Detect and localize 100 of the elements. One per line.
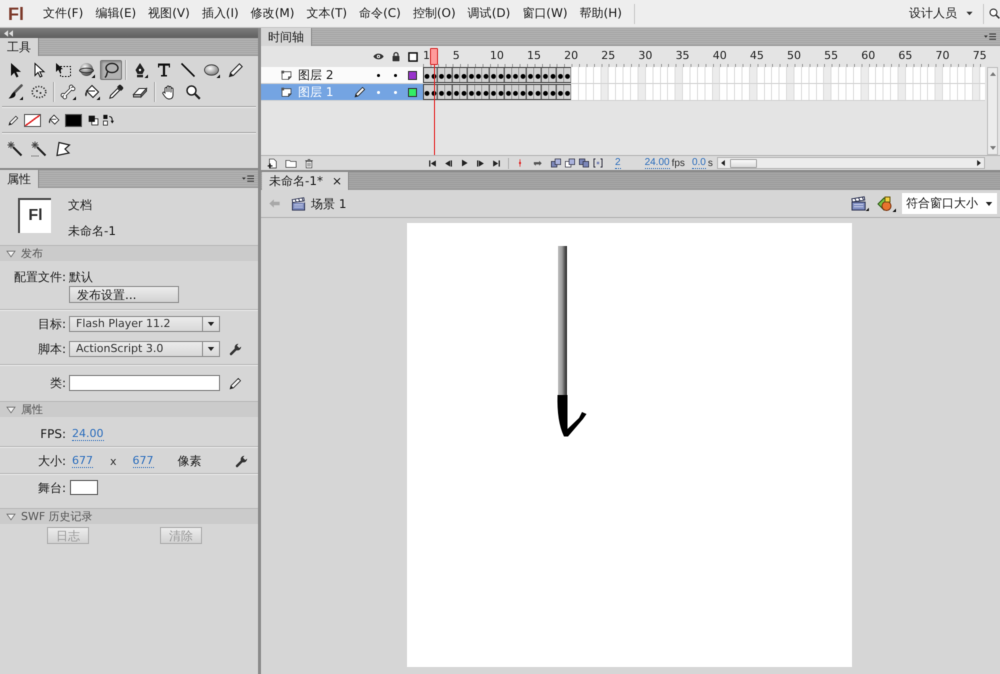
menu-item[interactable]: 帮助(H) (574, 5, 628, 22)
script-dropdown[interactable]: ActionScript 3.0 (69, 341, 220, 357)
section-header[interactable]: 属性 (0, 401, 258, 417)
section-header[interactable]: SWF 历史记录 (0, 508, 258, 524)
shapes-menu-icon[interactable] (876, 196, 896, 212)
scroll-up-icon[interactable] (988, 71, 996, 77)
unlocked-dot-icon[interactable] (394, 74, 397, 76)
wrench-icon[interactable] (229, 342, 242, 356)
wrench-icon[interactable] (234, 454, 248, 468)
trash-icon[interactable] (304, 158, 314, 168)
menu-item[interactable]: 命令(C) (353, 5, 407, 22)
default-colors-icon[interactable] (88, 114, 99, 126)
keyframe[interactable] (564, 67, 572, 83)
workspace-switcher[interactable]: 设计人员 (909, 5, 973, 22)
keyframe[interactable] (460, 84, 468, 100)
keyframe[interactable] (497, 84, 505, 100)
keyframe[interactable] (460, 67, 468, 83)
document-tab[interactable]: 未命名-1* × (262, 172, 350, 190)
unlocked-dot-icon[interactable] (394, 90, 397, 94)
scroll-down-icon[interactable] (988, 145, 996, 151)
onion-skin-icon[interactable] (551, 158, 561, 168)
height-value[interactable]: 677 (132, 454, 154, 468)
keyframe[interactable] (482, 84, 490, 100)
keyframe[interactable] (482, 67, 490, 83)
keyframe[interactable] (445, 67, 453, 83)
search-icon[interactable] (989, 7, 1000, 20)
clapperboard-menu-icon[interactable] (851, 196, 869, 211)
keyframe[interactable] (423, 84, 430, 100)
outline-square-icon[interactable] (408, 52, 418, 62)
tool-button[interactable] (76, 60, 98, 80)
layer-color-swatch[interactable] (408, 88, 417, 96)
swap-colors-icon[interactable] (103, 114, 114, 126)
keyframe[interactable] (519, 67, 527, 83)
keyframe[interactable] (423, 67, 430, 83)
step-forward-icon[interactable] (476, 158, 485, 168)
new-folder-icon[interactable] (285, 158, 297, 168)
menu-item[interactable]: 文件(F) (37, 5, 90, 22)
keyframe[interactable] (497, 67, 505, 83)
layer-row[interactable]: 图层 2 (261, 67, 423, 84)
current-frame[interactable]: 2 (615, 157, 621, 169)
keyframe[interactable] (512, 67, 520, 83)
menu-item[interactable]: 调试(D) (462, 5, 516, 22)
lock-icon[interactable] (390, 51, 400, 62)
panel-tab[interactable]: 属性 (0, 170, 39, 188)
eye-icon[interactable] (373, 51, 384, 62)
menu-item[interactable]: 控制(O) (406, 5, 462, 22)
pencil-icon[interactable] (8, 114, 19, 126)
keyframe[interactable] (549, 84, 557, 100)
menu-item[interactable]: 视图(V) (142, 5, 196, 22)
scroll-right-icon[interactable] (976, 159, 982, 167)
stroke-color-swatch[interactable] (24, 114, 41, 126)
visible-dot-icon[interactable] (377, 74, 380, 76)
new-layer-icon[interactable] (267, 158, 278, 168)
keyframe[interactable] (549, 67, 557, 83)
width-value[interactable]: 677 (72, 454, 93, 468)
multiple-frames-icon[interactable] (579, 158, 589, 168)
menu-item[interactable]: 修改(M) (244, 5, 300, 22)
panel-tab[interactable]: 时间轴 (261, 28, 312, 46)
menu-item[interactable]: 编辑(E) (89, 5, 142, 22)
onion-outline-icon[interactable] (565, 158, 575, 168)
pencil-icon[interactable] (229, 376, 242, 390)
layer-color-swatch[interactable] (408, 70, 417, 80)
scroll-thumb[interactable] (730, 158, 757, 168)
menu-item[interactable]: 窗口(W) (516, 5, 574, 22)
brush-stroke-drawing[interactable] (556, 246, 586, 437)
menu-item[interactable]: 文本(T) (300, 5, 354, 22)
frame-rate-value[interactable]: 24.00 (644, 157, 670, 169)
panel-tab[interactable]: 工具 (0, 38, 39, 56)
fps-value[interactable]: 24.00 (72, 428, 104, 440)
playhead[interactable] (430, 48, 438, 155)
keyframe[interactable] (534, 67, 542, 83)
zoom-dropdown[interactable]: 符合窗口大小 (902, 193, 997, 214)
vertical-scrollbar[interactable] (987, 67, 998, 155)
fill-color-swatch[interactable] (65, 114, 82, 126)
keyframe[interactable] (512, 84, 520, 100)
keyframe[interactable] (519, 84, 527, 100)
target-dropdown[interactable]: Flash Player 11.2 (69, 316, 220, 332)
section-header[interactable]: 发布 (0, 245, 258, 261)
tool-button[interactable] (100, 60, 122, 80)
keyframe[interactable] (534, 84, 542, 100)
visible-dot-icon[interactable] (377, 90, 380, 94)
loop-arrow-icon[interactable] (531, 158, 544, 168)
close-tab-button[interactable]: × (332, 174, 342, 188)
step-back-icon[interactable] (444, 158, 453, 168)
panel-menu-icon[interactable] (242, 174, 254, 182)
stage-color-swatch[interactable] (70, 480, 98, 495)
menu-item[interactable]: 插入(I) (196, 5, 245, 22)
panel-menu-icon[interactable] (984, 32, 996, 40)
scroll-left-icon[interactable] (720, 159, 726, 167)
horizontal-scrollbar[interactable] (716, 157, 985, 169)
publish-settings-button[interactable]: 发布设置... (69, 286, 179, 303)
keyframe[interactable] (445, 84, 453, 100)
keyframe[interactable] (564, 84, 572, 100)
center-marker-icon[interactable] (516, 157, 524, 169)
play-icon[interactable] (460, 158, 469, 168)
scene-name[interactable]: 场景 1 (311, 196, 346, 210)
elapsed-time[interactable]: 0.0 (692, 157, 706, 169)
skip-to-end-icon[interactable] (492, 158, 501, 168)
skip-to-start-icon[interactable] (428, 158, 437, 168)
class-input-field[interactable] (69, 375, 220, 391)
